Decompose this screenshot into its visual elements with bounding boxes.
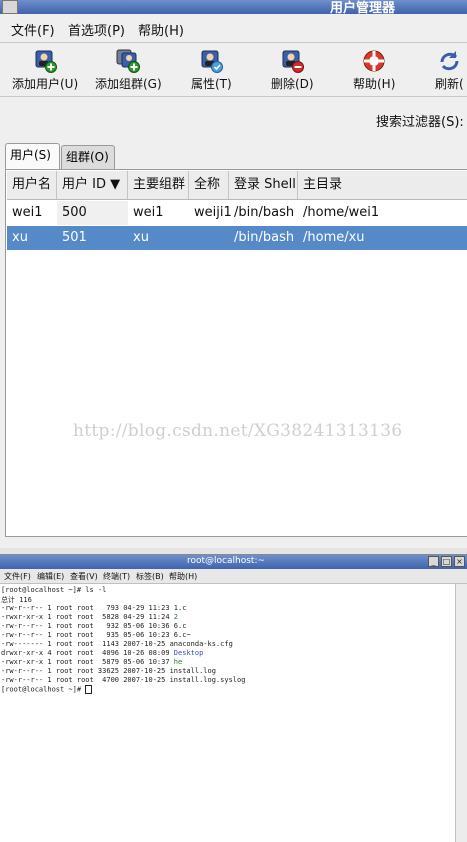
- add-user-icon: [35, 50, 58, 73]
- table-row[interactable]: wei1 500 wei1 weiji1 /bin/bash /home/wei…: [7, 201, 467, 225]
- help-button[interactable]: 帮助(H): [353, 48, 395, 94]
- minimize-icon[interactable]: _: [428, 556, 439, 567]
- cell-login-shell: /bin/bash: [234, 230, 295, 245]
- terminal-menu-edit[interactable]: 编辑(E): [37, 571, 64, 582]
- file-name: 1.c: [173, 604, 187, 612]
- properties-icon: [201, 50, 224, 73]
- file-meta: -rw-r--r-- 1 root root 4700 2007-10-25: [1, 676, 170, 684]
- menu-file[interactable]: 文件(F): [11, 20, 55, 39]
- toolbar: 添加用户(U) 添加组群(G) 属性(T) 删除(D) 帮助(H) 刷新(: [0, 43, 467, 97]
- terminal-line: -rw-r--r-- 1 root root 935 05-06 10:23 6…: [1, 631, 191, 639]
- file-meta: -rw-r--r-- 1 root root 932 05-06 10:36: [1, 622, 174, 630]
- terminal-menu-help[interactable]: 帮助(H): [169, 571, 197, 582]
- col-primary-group[interactable]: 主要组群: [128, 171, 189, 199]
- file-name: install.log.syslog: [169, 676, 246, 684]
- file-meta: drwxr-xr-x 4 root root 4096 10-26 08:09: [1, 649, 174, 657]
- cell-login-shell: /bin/bash: [234, 205, 295, 220]
- help-label: 帮助(H): [353, 77, 396, 91]
- user-list-panel: 用户名 用户 ID ▼ 主要组群 全称 登录 Shell 主目录 wei1 50…: [5, 169, 467, 537]
- cell-home-dir: /home/wei1: [303, 205, 380, 220]
- search-filter-label: 搜索过滤器(S):: [376, 115, 464, 130]
- file-name: 6.c~: [173, 631, 191, 639]
- terminal-line: -rw-r--r-- 1 root root 33625 2007-10-25 …: [1, 667, 216, 675]
- table-header: 用户名 用户 ID ▼ 主要组群 全称 登录 Shell 主目录: [7, 171, 467, 200]
- maximize-icon[interactable]: □: [441, 556, 452, 567]
- menu-help[interactable]: 帮助(H): [138, 20, 184, 39]
- terminal-line: drwxr-xr-x 4 root root 4096 10-26 08:09 …: [1, 649, 203, 657]
- prompt: [root@localhost ~]#: [1, 685, 86, 694]
- help-icon: [363, 50, 385, 72]
- properties-label: 属性(T): [191, 77, 232, 91]
- terminal-menu-bar: 文件(F) 编辑(E) 查看(V) 终端(T) 标签(B) 帮助(H): [0, 569, 467, 584]
- add-group-button[interactable]: 添加组群(G): [95, 48, 162, 94]
- cell-primary-group: wei1: [133, 205, 164, 220]
- terminal-line: -rwxr-xr-x 1 root root 5879 05-06 10:37 …: [1, 658, 182, 666]
- dir-name: Desktop: [173, 649, 204, 657]
- window-icon: [2, 0, 18, 14]
- cell-username: wei1: [12, 205, 43, 220]
- menu-preferences[interactable]: 首选项(P): [68, 20, 125, 39]
- refresh-icon: [440, 51, 459, 71]
- title-bar[interactable]: 用户管理器: [0, 0, 467, 16]
- cell-user-id: 501: [62, 230, 87, 245]
- terminal-menu-file[interactable]: 文件(F): [4, 571, 31, 582]
- terminal-title-bar[interactable]: root@localhost:~ _ □ ×: [0, 555, 467, 569]
- close-icon[interactable]: ×: [454, 556, 465, 567]
- file-meta: -rwxr-xr-x 1 root root 5828 04-29 11:24: [1, 613, 174, 621]
- refresh-label: 刷新(: [435, 77, 464, 91]
- user-manager-window: 用户管理器 文件(F) 首选项(P) 帮助(H) 添加用户(U) 添加组群(G)…: [0, 0, 467, 548]
- add-user-label: 添加用户(U): [12, 77, 79, 91]
- file-meta: -rwxr-xr-x 1 root root 5879 05-06 10:37: [1, 658, 174, 666]
- tab-users[interactable]: 用户(S): [5, 143, 60, 169]
- table-row-selected[interactable]: xu 501 xu /bin/bash /home/xu: [7, 226, 467, 250]
- col-user-id[interactable]: 用户 ID ▼: [57, 171, 128, 199]
- terminal-scrollbar[interactable]: [455, 584, 467, 842]
- terminal-window: root@localhost:~ _ □ × 文件(F) 编辑(E) 查看(V)…: [0, 554, 467, 842]
- cell-full-name: [189, 226, 194, 250]
- file-meta: -rw-r--r-- 1 root root 793 04-29 11:23: [1, 604, 174, 612]
- tab-groups[interactable]: 组群(O): [61, 145, 115, 169]
- col-full-name[interactable]: 全称: [189, 171, 229, 199]
- file-name: anaconda-ks.cfg: [169, 640, 233, 648]
- cell-user-id: 500: [57, 201, 128, 225]
- file-name: 6.c: [173, 622, 187, 630]
- file-name: install.log: [169, 667, 216, 675]
- terminal-menu-view[interactable]: 查看(V): [70, 571, 98, 582]
- cursor: [85, 685, 93, 694]
- col-home-dir[interactable]: 主目录: [298, 171, 467, 199]
- file-name-exec: 2: [173, 613, 179, 621]
- menu-bar: 文件(F) 首选项(P) 帮助(H): [0, 14, 467, 43]
- col-username[interactable]: 用户名: [7, 171, 57, 199]
- terminal-line: -rw-r--r-- 1 root root 932 05-06 10:36 6…: [1, 622, 186, 630]
- refresh-button[interactable]: 刷新(: [435, 48, 464, 94]
- watermark-url: http://blog.csdn.net/XG38241313136: [73, 421, 403, 441]
- cell-username: xu: [12, 230, 28, 245]
- delete-button[interactable]: 删除(D): [271, 48, 314, 94]
- terminal-line: -rw-r--r-- 1 root root 793 04-29 11:23 1…: [1, 604, 186, 612]
- cell-primary-group: xu: [133, 230, 149, 245]
- terminal-prompt-line: [root@localhost ~]#: [1, 685, 93, 694]
- delete-label: 删除(D): [271, 77, 314, 91]
- add-group-icon: [116, 49, 141, 73]
- file-meta: -rw-r--r-- 1 root root 935 05-06 10:23: [1, 631, 174, 639]
- add-group-label: 添加组群(G): [95, 77, 162, 91]
- file-meta: -rw------- 1 root root 1143 2007-10-25: [1, 640, 170, 648]
- properties-button[interactable]: 属性(T): [191, 48, 232, 94]
- cell-full-name: weiji1: [194, 205, 232, 220]
- file-meta: -rw-r--r-- 1 root root 33625 2007-10-25: [1, 667, 170, 675]
- terminal-output[interactable]: [root@localhost ~]# ls -l 总计 116 -rw-r--…: [0, 584, 455, 842]
- terminal-line: -rw------- 1 root root 1143 2007-10-25 a…: [1, 640, 233, 648]
- terminal-line: -rwxr-xr-x 1 root root 5828 04-29 11:24 …: [1, 613, 178, 621]
- col-login-shell[interactable]: 登录 Shell: [229, 171, 298, 199]
- add-user-button[interactable]: 添加用户(U): [12, 48, 78, 94]
- window-controls: _ □ ×: [428, 556, 465, 567]
- cell-home-dir: /home/xu: [303, 230, 365, 245]
- terminal-line: -rw-r--r-- 1 root root 4700 2007-10-25 i…: [1, 676, 245, 684]
- terminal-line: [root@localhost ~]# ls -l: [1, 586, 107, 594]
- delete-icon: [282, 50, 305, 73]
- terminal-title: root@localhost:~: [187, 556, 266, 566]
- terminal-menu-tabs[interactable]: 标签(B): [136, 571, 164, 582]
- terminal-menu-terminal[interactable]: 终端(T): [103, 571, 130, 582]
- file-name-exec: he: [173, 658, 183, 666]
